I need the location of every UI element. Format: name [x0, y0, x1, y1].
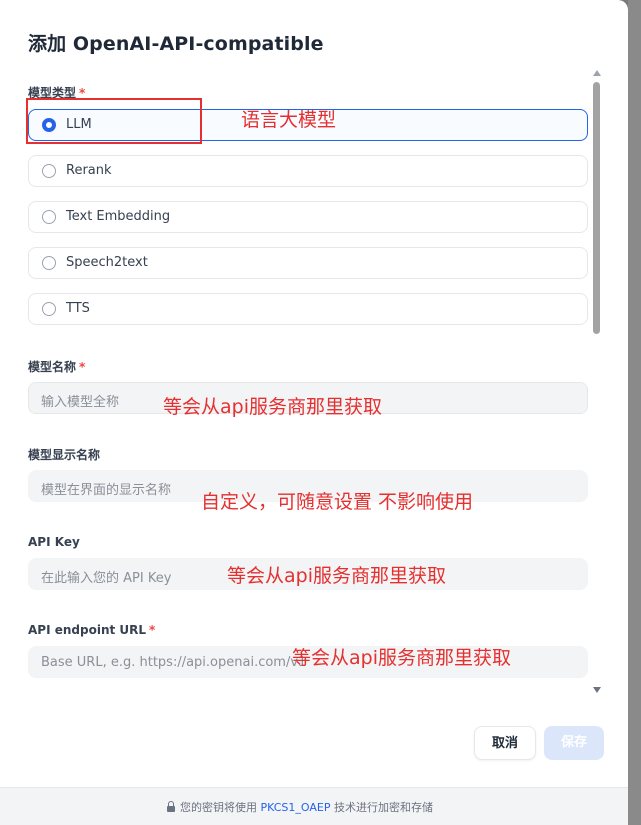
- model-type-option-text-embedding[interactable]: Text Embedding: [28, 201, 588, 233]
- annotation-endpoint: 等会从api服务商那里获取: [292, 647, 511, 669]
- annotation-highlight-box: [26, 98, 202, 144]
- option-label: Speech2text: [66, 255, 148, 270]
- radio-unchecked-icon[interactable]: [42, 256, 56, 270]
- cancel-button[interactable]: 取消: [474, 726, 536, 760]
- endpoint-label-text: API endpoint URL: [28, 623, 147, 637]
- api-key-label: API Key: [28, 535, 80, 549]
- display-name-label: 模型显示名称: [28, 448, 101, 462]
- model-name-label: 模型名称 *: [28, 358, 85, 375]
- radio-unchecked-icon[interactable]: [42, 302, 56, 316]
- model-name-placeholder: 输入模型全称: [41, 395, 120, 410]
- required-mark: *: [79, 360, 86, 374]
- api-key-placeholder: 在此输入您的 API Key: [41, 571, 172, 586]
- annotation-llm: 语言大模型: [241, 109, 337, 131]
- endpoint-placeholder: Base URL, e.g. https://api.openai.com/v1: [41, 655, 307, 670]
- option-label: Rerank: [66, 163, 112, 178]
- model-type-option-speech2text[interactable]: Speech2text: [28, 247, 588, 279]
- required-mark: *: [149, 623, 156, 637]
- annotation-api-key: 等会从api服务商那里获取: [227, 565, 446, 587]
- add-model-dialog: 添加 OpenAI-API-compatible 模型类型 * LLM Reran…: [0, 0, 628, 825]
- radio-unchecked-icon[interactable]: [42, 210, 56, 224]
- annotation-model-name: 等会从api服务商那里获取: [163, 396, 382, 418]
- option-label: Text Embedding: [66, 209, 171, 224]
- background-overlay: [628, 0, 641, 825]
- footer-suffix: 技术进行加密和存储: [333, 801, 433, 814]
- display-name-placeholder: 模型在界面的显示名称: [41, 483, 172, 498]
- footer-prefix: 您的密钥将使用: [180, 801, 257, 814]
- annotation-display-name: 自定义，可随意设置 不影响使用: [201, 491, 474, 513]
- encryption-footer: 您的密钥将使用 PKCS1_OAEP 技术进行加密和存储: [0, 787, 628, 825]
- model-type-option-rerank[interactable]: Rerank: [28, 155, 588, 187]
- scroll-up-arrow-icon[interactable]: [593, 70, 601, 76]
- radio-unchecked-icon[interactable]: [42, 164, 56, 178]
- lock-icon: [167, 801, 175, 812]
- model-name-label-text: 模型名称: [28, 360, 77, 374]
- pkcs-link[interactable]: PKCS1_OAEP: [261, 801, 331, 814]
- scrollbar-thumb[interactable]: [593, 82, 600, 334]
- save-button[interactable]: 保存: [544, 726, 604, 760]
- endpoint-label: API endpoint URL *: [28, 623, 155, 637]
- option-label: TTS: [66, 301, 90, 316]
- dialog-title: 添加 OpenAI-API-compatible: [28, 33, 324, 55]
- scroll-down-arrow-icon[interactable]: [593, 687, 601, 693]
- model-type-option-tts[interactable]: TTS: [28, 293, 588, 325]
